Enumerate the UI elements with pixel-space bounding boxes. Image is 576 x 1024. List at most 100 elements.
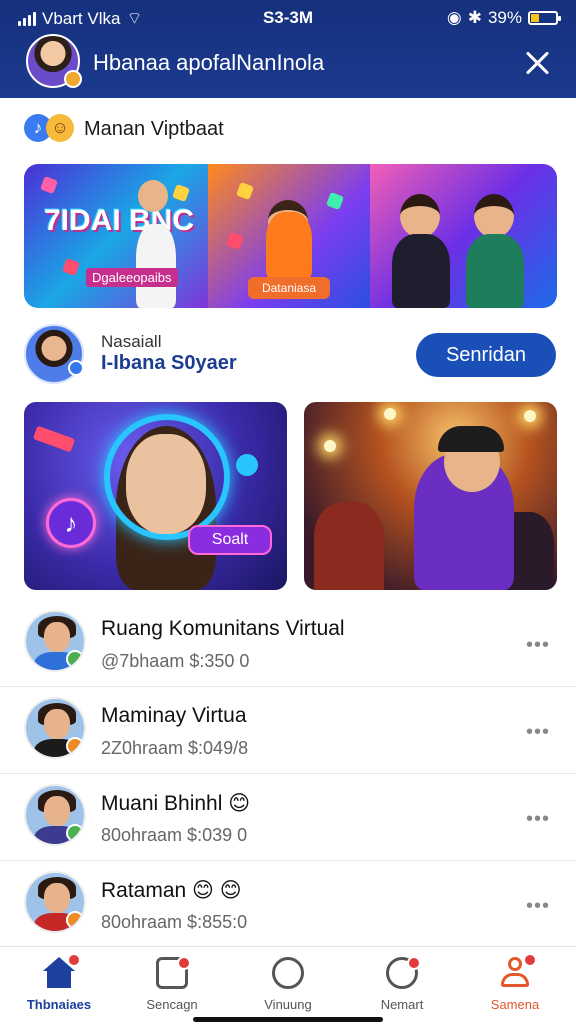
banner-big-text: 7IDAI BNC bbox=[44, 204, 195, 237]
coin-badge-icon bbox=[64, 70, 82, 88]
floating-shape bbox=[32, 425, 76, 453]
close-button[interactable] bbox=[522, 48, 552, 78]
confetti-shape bbox=[236, 182, 254, 200]
list-item[interactable]: Ruang Komunitans Virtual @7bhaam $:350 0… bbox=[0, 600, 576, 687]
nav-item-notifications[interactable]: Nemart bbox=[347, 956, 457, 1012]
verified-badge-icon bbox=[68, 360, 84, 376]
nav-item-home[interactable]: Thbnaiaes bbox=[4, 953, 114, 1012]
avatar-face bbox=[44, 883, 70, 913]
list-item-name: Muani Bhinhl 😊 bbox=[101, 792, 251, 815]
spotlight-icon bbox=[324, 440, 336, 452]
nav-label-profile: Samena bbox=[490, 997, 540, 1012]
list-item[interactable]: Muani Bhinhl 😊 80ohraam $:039 0 ••• bbox=[0, 774, 576, 861]
kid-head bbox=[400, 194, 440, 238]
profile-avatar[interactable] bbox=[24, 324, 84, 384]
send-button[interactable]: Senridan bbox=[416, 333, 556, 377]
status-dot-icon bbox=[66, 737, 84, 755]
status-right: ◉ ✱ 39% bbox=[446, 8, 561, 28]
notification-badge bbox=[407, 956, 421, 970]
banner-panel-left: 7IDAI BNC Dgaleeopaibs bbox=[24, 164, 208, 308]
confetti-shape bbox=[226, 232, 244, 250]
section-title: Manan Viptbaat bbox=[84, 117, 224, 140]
more-options-icon[interactable]: ••• bbox=[526, 634, 550, 657]
emoji-icon bbox=[272, 957, 304, 989]
kid-figure bbox=[266, 212, 312, 278]
home-indicator bbox=[193, 1017, 383, 1022]
nav-label-home: Thbnaiaes bbox=[26, 997, 92, 1012]
smile-emoji-icon: ☺ bbox=[46, 114, 74, 142]
nav-item-chat[interactable]: Sencagn bbox=[117, 956, 227, 1012]
nav-item-profile[interactable]: Samena bbox=[460, 953, 570, 1012]
avatar-face bbox=[44, 796, 70, 826]
kid-figure bbox=[136, 224, 176, 308]
confetti-shape bbox=[172, 184, 190, 202]
banner-label: Dgaleeopaibs bbox=[86, 268, 178, 287]
floating-shape bbox=[232, 450, 262, 480]
list-avatar[interactable] bbox=[24, 784, 86, 846]
music-note-icon[interactable]: ♪ bbox=[46, 498, 96, 548]
profile-name: I-Ibana S0yaer bbox=[101, 352, 237, 374]
list-item[interactable]: Rataman 😊 😊 80ohraam $:855:0 ••• bbox=[0, 861, 576, 948]
avatar-face bbox=[44, 709, 70, 739]
notification-icon bbox=[386, 956, 421, 989]
status-dot-icon bbox=[66, 650, 84, 668]
cap-icon bbox=[438, 426, 504, 452]
notification-badge bbox=[523, 953, 537, 967]
kid-head bbox=[138, 180, 168, 212]
section-emoji-group: ♪ ☺ bbox=[24, 114, 76, 144]
list-item-name: Ruang Komunitans Virtual bbox=[101, 617, 345, 640]
concert-card[interactable] bbox=[304, 402, 557, 590]
title-bar: Hbanaa apofalNanInola bbox=[0, 34, 576, 98]
confetti-shape bbox=[40, 176, 58, 194]
notification-badge bbox=[177, 956, 191, 970]
nav-label-emoji: Vinuung bbox=[264, 997, 312, 1012]
nav-label-chat: Sencagn bbox=[146, 997, 198, 1012]
confetti-shape bbox=[326, 192, 344, 210]
lock-rotation-icon: ◉ bbox=[446, 8, 462, 27]
list-avatar[interactable] bbox=[24, 871, 86, 933]
list-avatar[interactable] bbox=[24, 697, 86, 759]
girl-face bbox=[126, 434, 206, 534]
section-header: ♪ ☺ Manan Viptbaat bbox=[24, 114, 224, 144]
more-options-icon[interactable]: ••• bbox=[526, 808, 550, 831]
status-dot-icon bbox=[66, 911, 84, 929]
avatar-face bbox=[44, 622, 70, 652]
spotlight-icon bbox=[384, 408, 396, 420]
nav-item-emoji[interactable]: Vinuung bbox=[233, 957, 343, 1012]
page-title: Hbanaa apofalNanInola bbox=[93, 50, 325, 75]
battery-percent: 39% bbox=[487, 8, 522, 27]
notification-badge bbox=[67, 953, 81, 967]
header-avatar[interactable] bbox=[26, 34, 82, 88]
profile-subtitle: Nasaiall bbox=[101, 332, 162, 351]
banner-button[interactable]: Dataniasa bbox=[248, 277, 330, 299]
list-item-meta: 2Z0hraam $:049/8 bbox=[101, 738, 249, 758]
chat-icon bbox=[156, 956, 191, 989]
kid-figure bbox=[466, 234, 524, 308]
bluetooth-icon: ✱ bbox=[467, 8, 482, 27]
music-card[interactable]: ♪ Soalt bbox=[24, 402, 287, 590]
sound-button[interactable]: Soalt bbox=[188, 525, 272, 555]
bottom-navigation: Thbnaiaes Sencagn Vinuung Nemart Samena bbox=[0, 946, 576, 1024]
more-options-icon[interactable]: ••• bbox=[526, 895, 550, 918]
list-item-meta: @7bhaam $:350 0 bbox=[101, 651, 250, 671]
status-dot-icon bbox=[66, 824, 84, 842]
chat-list: Ruang Komunitans Virtual @7bhaam $:350 0… bbox=[0, 600, 576, 948]
list-avatar[interactable] bbox=[24, 610, 86, 672]
top-bar: Vbart Vlka ⌔ S3-3M ◉ ✱ 39% Hbanaa apofal… bbox=[0, 0, 576, 98]
status-bar: Vbart Vlka ⌔ S3-3M ◉ ✱ 39% bbox=[0, 0, 576, 34]
profile-icon bbox=[499, 953, 537, 989]
spotlight-icon bbox=[524, 410, 536, 422]
kid-head bbox=[474, 194, 514, 238]
list-item[interactable]: Maminay Virtua 2Z0hraam $:049/8 ••• bbox=[0, 687, 576, 774]
banner-panel-middle: Dataniasa bbox=[208, 164, 370, 308]
list-item-name: Rataman 😊 😊 bbox=[101, 879, 242, 902]
list-item-name: Maminay Virtua bbox=[101, 704, 247, 727]
kid-figure bbox=[392, 234, 450, 308]
confetti-shape bbox=[62, 258, 80, 276]
more-options-icon[interactable]: ••• bbox=[526, 721, 550, 744]
crowd-figure bbox=[314, 502, 384, 590]
home-icon bbox=[43, 953, 81, 989]
list-item-meta: 80ohraam $:039 0 bbox=[101, 825, 248, 845]
banner-panel-right bbox=[370, 164, 557, 308]
promo-banner[interactable]: 7IDAI BNC Dgaleeopaibs Dataniasa bbox=[24, 164, 557, 308]
